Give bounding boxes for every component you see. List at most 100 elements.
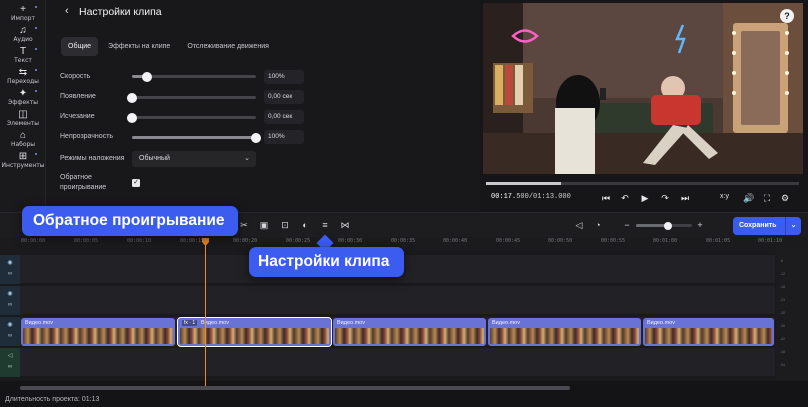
ruler-tick: 00:00:15 [180, 238, 205, 244]
transition-link-icon[interactable]: ⋈ [339, 219, 351, 231]
meter-tick: -12 [780, 272, 786, 276]
sidebar-item-audio[interactable]: ♫ Аудио [0, 26, 46, 46]
skip-to-end-button[interactable]: ⏭ [679, 192, 691, 204]
fade-in-label: Появление [60, 93, 96, 100]
sidebar-item-tools[interactable]: ⊞ Инструменты [0, 152, 46, 172]
crop-icon[interactable]: ⊡ [279, 219, 291, 231]
eye-icon[interactable]: ◉ [5, 321, 15, 328]
reverse-checkbox[interactable]: ✓ [132, 179, 140, 187]
speed-slider[interactable] [132, 71, 256, 82]
video-clip-selected[interactable]: fx · 1 Видео.mov [177, 317, 332, 347]
ruler-tick: 00:00:20 [233, 238, 258, 244]
aspect-ratio-button[interactable]: x:y [720, 193, 729, 200]
meter-tick: -42 [780, 337, 786, 341]
clip-settings-icon[interactable]: ≡ [319, 219, 331, 231]
horizontal-scrollbar[interactable] [20, 386, 570, 390]
sidebar-item-elements[interactable]: ◫ Элементы [0, 110, 46, 130]
split-icon[interactable]: ✂ [238, 219, 250, 231]
sidebar-item-effects[interactable]: ✦ Эффекты [0, 89, 46, 109]
video-editor: + Импорт ♫ Аудио T Текст ⇆ Переходы ✦ Эф… [0, 0, 808, 407]
track-header-audio: ◁ ∞ [0, 348, 20, 377]
video-clip[interactable]: Видео.mov [333, 318, 486, 346]
fade-out-slider[interactable] [127, 112, 256, 123]
opacity-value-field[interactable]: 100% [264, 130, 304, 144]
redo-icon[interactable]: ↷ [659, 192, 671, 204]
sidebar-item-label: Элементы [6, 120, 40, 127]
text-icon: T [19, 46, 27, 57]
tab-motion-tracking[interactable]: Отслеживание движения [180, 37, 276, 56]
new-dot-icon [35, 90, 37, 92]
clip-settings-panel: ‹ Настройки клипа Общие Эффекты на клипе… [46, 0, 480, 212]
sidebar-item-label: Аудио [13, 36, 33, 43]
speaker-icon[interactable]: ◁ [5, 352, 15, 359]
sidebar-item-packs[interactable]: ⌂ Наборы [0, 131, 46, 151]
meter-tick: -18 [780, 285, 786, 289]
undo-icon[interactable]: ↶ [619, 192, 631, 204]
left-sidebar: + Импорт ♫ Аудио T Текст ⇆ Переходы ✦ Эф… [0, 0, 46, 212]
sidebar-item-text[interactable]: T Текст [0, 47, 46, 67]
blend-mode-select[interactable]: Обычный ⌄ [132, 151, 256, 167]
chevron-down-icon[interactable]: ⌄ [785, 217, 801, 235]
link-icon[interactable]: ∞ [5, 271, 15, 277]
video-clip[interactable]: Видео.mov [21, 318, 175, 346]
playhead[interactable] [205, 241, 206, 387]
slider-fill [132, 136, 256, 139]
settings-tabs: Общие Эффекты на клипе Отслеживание движ… [61, 37, 276, 56]
eye-icon[interactable]: ◉ [5, 259, 15, 266]
slider-thumb[interactable] [127, 92, 137, 103]
play-button[interactable]: ▶ [639, 192, 651, 204]
speed-value-field[interactable]: 100% [264, 70, 304, 84]
ruler-tick: 00:00:10 [127, 238, 152, 244]
slider-thumb[interactable] [251, 132, 261, 143]
packs-icon: ⌂ [19, 130, 27, 141]
skip-to-start-button[interactable]: ⏮ [600, 192, 612, 204]
zoom-in-icon[interactable]: + [694, 219, 706, 231]
elements-icon: ◫ [18, 109, 28, 120]
link-icon[interactable]: ∞ [5, 364, 15, 370]
back-arrow-icon[interactable]: ‹ [65, 5, 69, 17]
video-clip[interactable]: Видео.mov [643, 318, 774, 346]
clip-thumbnails [645, 328, 772, 344]
sidebar-item-import[interactable]: + Импорт [0, 5, 46, 25]
audio-adjust-icon[interactable]: ◁ [573, 219, 585, 231]
tab-clip-effects[interactable]: Эффекты на клипе [101, 37, 177, 56]
ruler-tick: 00:01:05 [706, 238, 731, 244]
tab-general[interactable]: Общие [61, 37, 99, 56]
color-adjust-icon[interactable]: ◐ [299, 219, 311, 231]
timeline-ruler[interactable]: 00:00:00 00:00:05 00:00:10 00:00:15 00:0… [0, 237, 808, 249]
volume-icon[interactable]: 🔊 [743, 192, 755, 204]
fade-in-value-field[interactable]: 0,00 сек [264, 90, 304, 104]
sidebar-item-label: Наборы [10, 141, 36, 148]
eye-icon[interactable]: ◉ [5, 290, 15, 297]
fade-out-label: Исчезание [60, 113, 95, 120]
sidebar-item-transitions[interactable]: ⇆ Переходы [0, 68, 46, 88]
meter-tick: -24 [780, 298, 786, 302]
opacity-slider[interactable] [132, 132, 261, 143]
link-icon[interactable]: ∞ [5, 302, 15, 308]
crop-frame-icon[interactable]: ▣ [258, 219, 270, 231]
track-video-2[interactable] [20, 286, 775, 315]
video-clip[interactable]: Видео.mov [488, 318, 641, 346]
link-icon[interactable]: ∞ [5, 333, 15, 339]
fade-in-slider[interactable] [127, 92, 256, 103]
fade-out-value-field[interactable]: 0,00 сек [264, 110, 304, 124]
zoom-out-icon[interactable]: − [621, 219, 633, 231]
help-button[interactable]: ? [780, 9, 794, 23]
ruler-tick: 00:00:35 [391, 238, 416, 244]
clip-label: Видео.mov [25, 320, 53, 326]
settings-gear-icon[interactable]: ⚙ [779, 192, 791, 204]
zoom-slider[interactable] [636, 221, 692, 230]
ruler-tick: 00:01:00 [653, 238, 678, 244]
fullscreen-icon[interactable]: ⛶ [761, 192, 773, 204]
ruler-tick: 00:00:50 [548, 238, 573, 244]
playback-progress-bar[interactable] [486, 182, 799, 185]
save-button[interactable]: Сохранить ⌄ [733, 217, 801, 235]
speed-icon[interactable]: ◔ [592, 219, 604, 231]
video-preview[interactable]: ? [483, 3, 803, 174]
new-dot-icon [35, 27, 37, 29]
slider-thumb[interactable] [127, 112, 137, 123]
ruler-tick: 00:01:10 [758, 238, 783, 244]
zoom-thumb[interactable] [664, 221, 673, 230]
track-audio[interactable] [20, 348, 775, 377]
slider-thumb[interactable] [141, 71, 152, 82]
